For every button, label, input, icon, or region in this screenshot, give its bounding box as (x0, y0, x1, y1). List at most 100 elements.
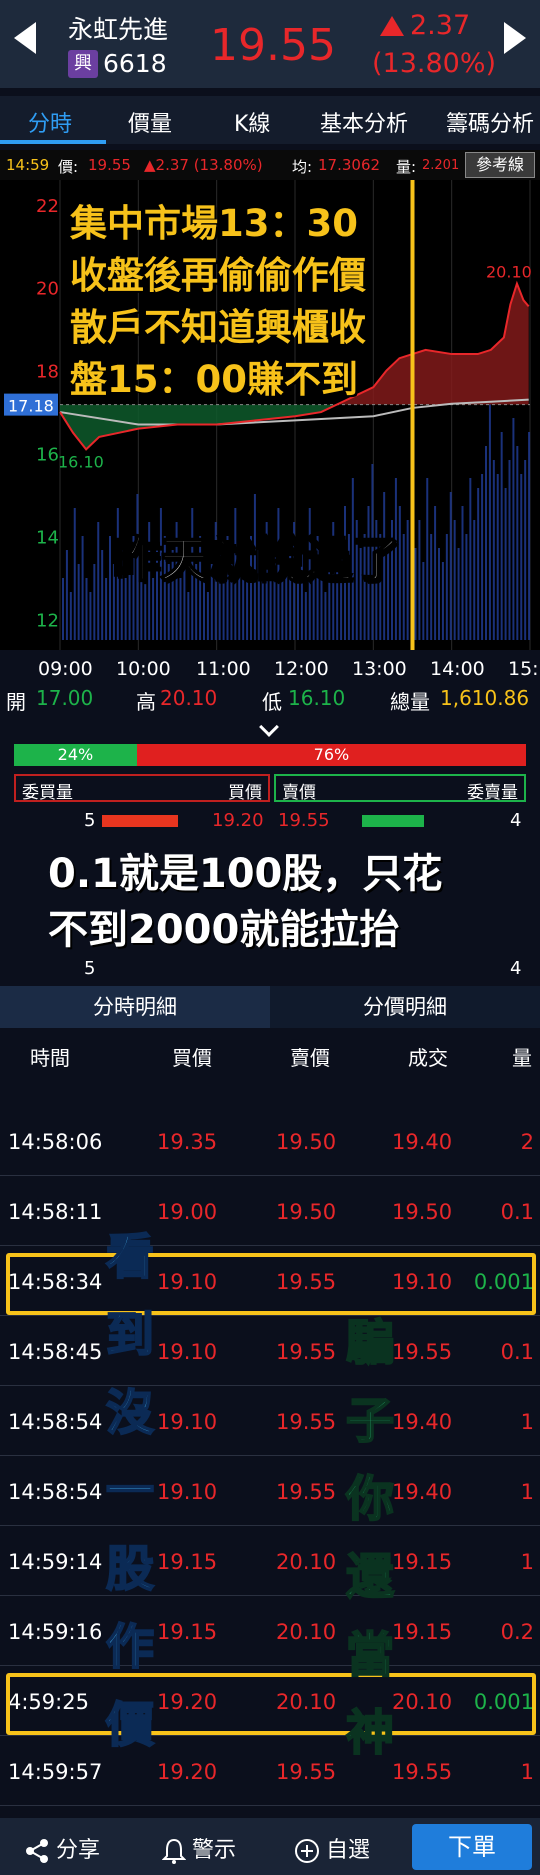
buy-ratio-bar: 24% (14, 744, 137, 766)
volume-bar (77, 564, 80, 640)
tab-price-volume[interactable]: 價量 (128, 106, 172, 138)
y-tick: 18 (36, 362, 59, 383)
tick-time: 14:59:16 (8, 1620, 103, 1644)
tick-bid: 19.10 (157, 1480, 218, 1504)
total-vol-value: 1,610.86 (440, 686, 530, 710)
ask-qty-bar (362, 815, 424, 827)
tick-ask: 19.55 (276, 1760, 337, 1784)
col-bid: 買價 (172, 1046, 212, 1070)
tick-time: 14:59:14 (8, 1550, 103, 1574)
volume-bar (438, 548, 440, 640)
tab-fundamental[interactable]: 基本分析 (320, 106, 408, 138)
watchlist-button[interactable]: 自選 (294, 1832, 370, 1864)
volume-bar (422, 562, 425, 640)
place-order-button[interactable]: 下單 (412, 1824, 532, 1870)
bid-header: 委買量 買價 (14, 774, 270, 803)
tab-kline[interactable]: K線 (234, 106, 270, 138)
caption-char: 騙 (345, 1314, 395, 1372)
x-tick: 14:00 (430, 658, 485, 680)
tick-bid: 19.15 (157, 1620, 218, 1644)
tick-vol: 1 (520, 1410, 534, 1434)
tick-last: 19.55 (392, 1340, 453, 1364)
tick-last: 19.50 (392, 1200, 453, 1224)
detail-tabs: 分時明細 分價明細 (0, 986, 540, 1028)
expand-chevron-icon[interactable] (259, 717, 279, 737)
x-tick: 10:00 (116, 658, 171, 680)
reference-line-button[interactable]: 參考線 (465, 152, 535, 178)
volume-bar (426, 478, 429, 640)
caption-vertical-green: 騙子你還當神 (340, 1304, 400, 1772)
open-label: 開 (6, 690, 26, 714)
caption-vertical-blue: 看到沒一股作價 (100, 1218, 160, 1764)
price-change-pct: (13.80%) (372, 48, 497, 79)
tick-vol: 0.1 (500, 1200, 534, 1224)
up-triangle-icon (380, 16, 404, 36)
bid-qty-label: 委買量 (22, 783, 73, 803)
caption-char: 作 (105, 1618, 155, 1676)
volume-bar (414, 548, 417, 640)
volume-bar (109, 536, 111, 640)
bid-qty: 5 (84, 810, 96, 831)
next-stock-arrow-icon[interactable] (504, 22, 526, 54)
caption-char: 你 (345, 1470, 395, 1528)
prev-stock-arrow-icon[interactable] (14, 22, 36, 54)
volume-bar (520, 474, 523, 640)
ask-price: 19.55 (278, 810, 330, 831)
share-button[interactable]: 分享 (24, 1832, 100, 1864)
ask-header: 賣價 委賣量 (274, 774, 526, 803)
caption-line: 盤15：00賺不到 (70, 358, 358, 401)
volume-bar (73, 508, 76, 640)
tick-last: 19.55 (392, 1760, 453, 1784)
high-price-label: 20.10 (486, 263, 532, 282)
tick-time: 14:58:54 (8, 1410, 103, 1434)
tick-row: 14:58:54 19.10 19.55 19.40 1 (0, 1386, 540, 1456)
current-price: 19.55 (210, 20, 336, 71)
tick-ask: 19.55 (276, 1410, 337, 1434)
tick-ask: 19.55 (276, 1480, 337, 1504)
caption-char: 沒 (105, 1384, 155, 1442)
volume-bar (187, 592, 190, 640)
tab-active-indicator (0, 140, 106, 144)
tick-vol: 1 (520, 1550, 534, 1574)
volume-bar (516, 446, 519, 640)
tab-tick-detail[interactable]: 分時明細 (0, 986, 270, 1028)
tick-ask: 19.55 (276, 1340, 337, 1364)
tab-chip-analysis[interactable]: 籌碼分析 (446, 106, 534, 138)
caption-big-white: 昨天就說過了 (111, 531, 401, 589)
ask-qty-label: 委賣量 (467, 783, 518, 803)
volume-bar (304, 592, 307, 640)
x-tick: 12:00 (274, 658, 329, 680)
tick-time: 14:58:45 (8, 1340, 103, 1364)
caption-char: 神 (345, 1704, 395, 1762)
y-tick: 20 (36, 279, 59, 300)
volume-bar (488, 404, 491, 640)
ohlc-row: 開 17.00 高 20.10 低 16.10 總量 1,610.86 (0, 680, 540, 716)
bell-icon (162, 1838, 186, 1864)
tick-vol: 0.2 (500, 1620, 534, 1644)
volume-bar (101, 550, 104, 640)
alert-label: 警示 (192, 1838, 237, 1863)
share-label: 分享 (56, 1838, 101, 1863)
alert-button[interactable]: 警示 (162, 1832, 236, 1864)
volume-bar (85, 578, 88, 640)
y-tick: 16 (36, 445, 59, 466)
tick-vol: 0.1 (500, 1340, 534, 1364)
tick-row: 14:59:57 19.20 19.55 19.55 1 (0, 1736, 540, 1806)
y-tick: 14 (36, 527, 59, 548)
share-icon (26, 1839, 48, 1863)
volume-bar (512, 418, 515, 640)
volume-bar (504, 488, 507, 640)
bid-qty: 5 (84, 958, 96, 979)
tick-time: 14:58:11 (8, 1200, 103, 1224)
volume-bar (89, 592, 92, 640)
info-vol-label: 量: (396, 158, 417, 176)
col-time: 時間 (30, 1046, 70, 1070)
volume-bar (441, 562, 444, 640)
tab-intraday[interactable]: 分時 (28, 106, 72, 138)
bottom-toolbar: 分享 警示 自選 下單 (0, 1818, 540, 1875)
ticks-header: 時間 買價 賣價 成交 量 (0, 1028, 540, 1078)
info-avg: 17.3062 (318, 156, 381, 174)
volume-bar (418, 520, 421, 640)
bid-price-label: 買價 (228, 783, 262, 803)
tab-price-detail[interactable]: 分價明細 (270, 986, 540, 1028)
